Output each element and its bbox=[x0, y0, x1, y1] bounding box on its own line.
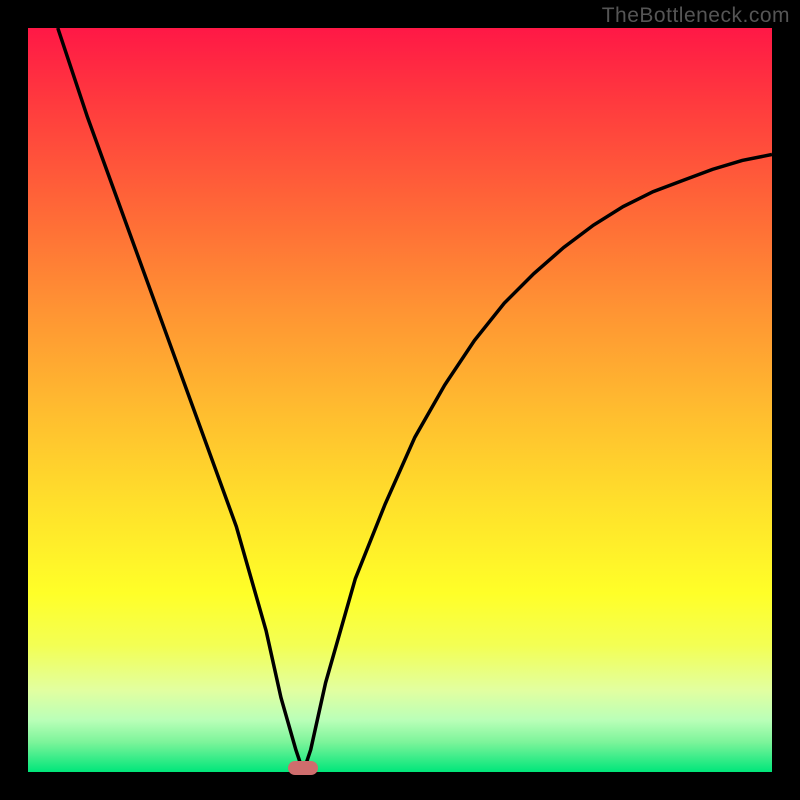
watermark-text: TheBottleneck.com bbox=[602, 4, 790, 28]
bottleneck-curve bbox=[28, 28, 772, 772]
chart-outer: TheBottleneck.com bbox=[0, 0, 800, 800]
curve-path bbox=[58, 28, 772, 772]
curve-minimum-marker bbox=[288, 761, 318, 775]
chart-plot-area bbox=[28, 28, 772, 772]
